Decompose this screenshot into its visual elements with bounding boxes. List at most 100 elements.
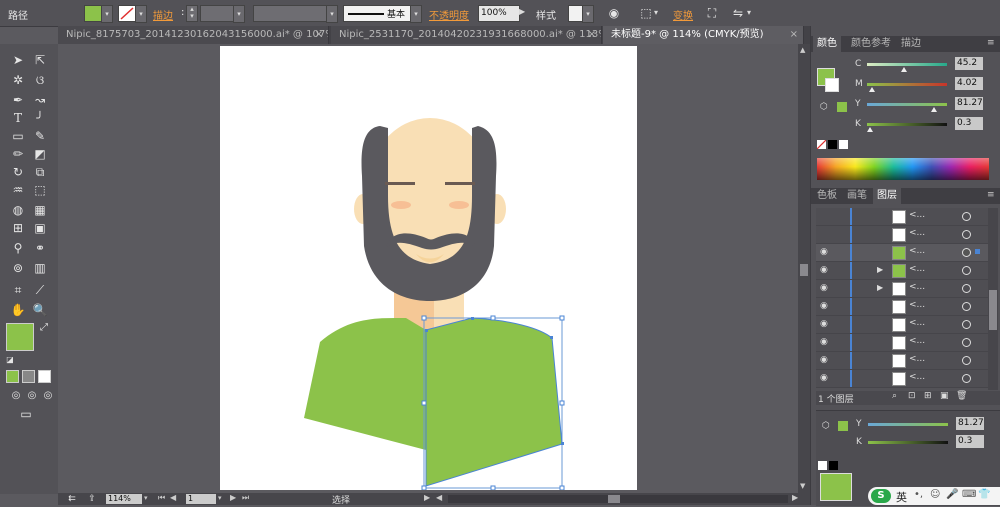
tab-color[interactable]: 颜色 [813, 36, 841, 52]
type-tool-icon[interactable]: T [10, 110, 26, 126]
direct-selection-tool-icon[interactable]: ⇱ [32, 52, 48, 68]
variable-width-dropdown[interactable]: ▾ [326, 5, 338, 23]
swap-colors-icon[interactable]: ⤢ [36, 320, 52, 336]
brush-field[interactable]: 基本 [343, 5, 411, 22]
tab-document-1[interactable]: Nipic_8175703_20141230162043156000.ai* @… [58, 26, 329, 44]
expand-arrow-icon[interactable]: ▶ [877, 283, 883, 292]
fill-color-box[interactable] [6, 323, 34, 351]
ime-logo[interactable]: S [871, 489, 891, 503]
black-knob[interactable] [867, 127, 873, 132]
magenta-slider[interactable] [867, 83, 947, 86]
style-swatch[interactable] [568, 5, 583, 22]
free-transform-icon[interactable]: ⬚ [32, 182, 48, 198]
gradient-tool-icon[interactable]: ▣ [32, 220, 48, 236]
black-slider[interactable] [867, 123, 947, 126]
align-icon[interactable]: ⬚ [638, 5, 654, 21]
status-menu-icon[interactable]: ▶ [424, 493, 430, 502]
vertical-scroll-thumb[interactable] [800, 264, 808, 276]
prev-artboard-icon[interactable]: ◀ [170, 493, 176, 502]
yellow-slider[interactable] [868, 423, 948, 426]
none-swatch[interactable] [816, 139, 827, 150]
color-mode-icon[interactable] [6, 370, 19, 383]
black-value[interactable]: 0.3 [956, 435, 984, 448]
close-icon[interactable]: × [588, 26, 596, 44]
opacity-label[interactable]: 不透明度 [429, 7, 469, 22]
close-icon[interactable]: × [790, 26, 798, 44]
vertical-scrollbar[interactable]: ▲ ▼ [798, 44, 810, 494]
fill-swatch[interactable] [84, 5, 102, 22]
isolate-icon[interactable]: ⛶ [704, 5, 720, 21]
eye-icon[interactable]: ◉ [820, 247, 828, 257]
eyedropper-icon[interactable]: ⚲ [10, 240, 26, 256]
layer-row[interactable]: ◉ <... [816, 334, 988, 352]
panel-menu-icon[interactable]: ≡ [987, 190, 995, 200]
target-icon[interactable] [962, 212, 971, 221]
paintbrush-icon[interactable]: ✎ [32, 128, 48, 144]
layer-row[interactable]: ◉ <... [816, 298, 988, 316]
layer-row[interactable]: <... [816, 226, 988, 244]
layers-scrollbar[interactable] [988, 208, 998, 390]
mesh-tool-icon[interactable]: ⊞ [10, 220, 26, 236]
line-tool-icon[interactable]: ╯ [32, 110, 48, 126]
tab-stroke[interactable]: 描边 [897, 36, 925, 52]
flip-dropdown-icon[interactable]: ▾ [747, 8, 751, 17]
blend-tool-icon[interactable]: ⚭ [32, 240, 48, 256]
locate-object-icon[interactable]: ⌕ [892, 391, 897, 401]
draw-behind-icon[interactable]: ◎ [24, 388, 40, 404]
white-swatch[interactable] [839, 140, 848, 149]
black-value[interactable]: 0.3 [955, 117, 983, 130]
scroll-up-icon[interactable]: ▲ [800, 46, 805, 54]
tab-document-2[interactable]: Nipic_2531170_20140420231931668000.ai* @… [331, 26, 602, 44]
close-icon[interactable]: × [315, 26, 323, 44]
shape-builder-icon[interactable]: ◍ [10, 202, 26, 218]
selection-indicator[interactable] [975, 249, 980, 254]
cyan-slider[interactable] [867, 63, 947, 66]
black-slider[interactable] [868, 441, 948, 444]
zoom-dropdown-icon[interactable]: ▾ [144, 494, 148, 502]
warp-tool-icon[interactable]: ♒ [10, 182, 26, 198]
eye-icon[interactable]: ◉ [820, 265, 828, 275]
brush-dropdown[interactable]: ▾ [410, 5, 422, 23]
layer-row[interactable]: ◉ ▶ <... [816, 280, 988, 298]
cyan-knob[interactable] [901, 67, 907, 72]
out-of-gamut-swatch[interactable] [837, 102, 847, 112]
cyan-value[interactable]: 45.2 [955, 57, 983, 70]
tab-layers[interactable]: 图层 [873, 188, 901, 204]
layer-row[interactable]: ◉ <... [816, 352, 988, 370]
symbol-sprayer-icon[interactable]: ⊚ [10, 260, 26, 276]
align-dropdown-icon[interactable]: ▾ [654, 8, 658, 17]
artboard[interactable] [220, 46, 637, 491]
gradient-mode-icon[interactable] [22, 370, 35, 383]
layers-scroll-thumb[interactable] [989, 290, 997, 330]
lasso-icon[interactable]: ଓ [32, 72, 48, 88]
ime-language[interactable]: 英 [896, 489, 907, 505]
page-dropdown-icon[interactable]: ▾ [218, 494, 222, 502]
target-icon[interactable] [962, 302, 971, 311]
eraser-icon[interactable]: ◩ [32, 146, 48, 162]
stroke-dropdown[interactable]: ▾ [135, 5, 147, 23]
panel-stroke-swatch[interactable] [825, 78, 839, 92]
target-icon[interactable] [962, 356, 971, 365]
perspective-grid-icon[interactable]: ▦ [32, 202, 48, 218]
skin-icon[interactable]: 👕 [978, 489, 990, 500]
pencil-icon[interactable]: ✏ [10, 146, 26, 162]
layer-row[interactable]: ◉ ▶ <... [816, 262, 988, 280]
layer-row[interactable]: ◉ <... [816, 316, 988, 334]
horizontal-scroll-track[interactable] [448, 495, 788, 503]
black-swatch[interactable] [828, 140, 837, 149]
style-dropdown[interactable]: ▾ [582, 5, 594, 23]
target-icon[interactable] [962, 230, 971, 239]
eye-icon[interactable]: ◉ [820, 337, 828, 347]
scroll-left-icon[interactable]: ◀ [436, 493, 442, 502]
zoom-field[interactable]: 114% [106, 494, 142, 504]
yellow-slider[interactable] [867, 103, 947, 106]
draw-inside-icon[interactable]: ◎ [40, 388, 56, 404]
stroke-label[interactable]: 描边 [153, 7, 173, 22]
voice-icon[interactable]: 🎤 [946, 489, 958, 500]
color-spectrum[interactable] [817, 158, 989, 180]
emoji-icon[interactable]: ☺ [930, 489, 940, 500]
hand-tool-icon[interactable]: ✋ [10, 302, 26, 318]
transform-label[interactable]: 变换 [673, 7, 693, 22]
fill-dropdown[interactable]: ▾ [101, 5, 113, 23]
new-layer-icon[interactable]: ▣ [940, 391, 949, 401]
